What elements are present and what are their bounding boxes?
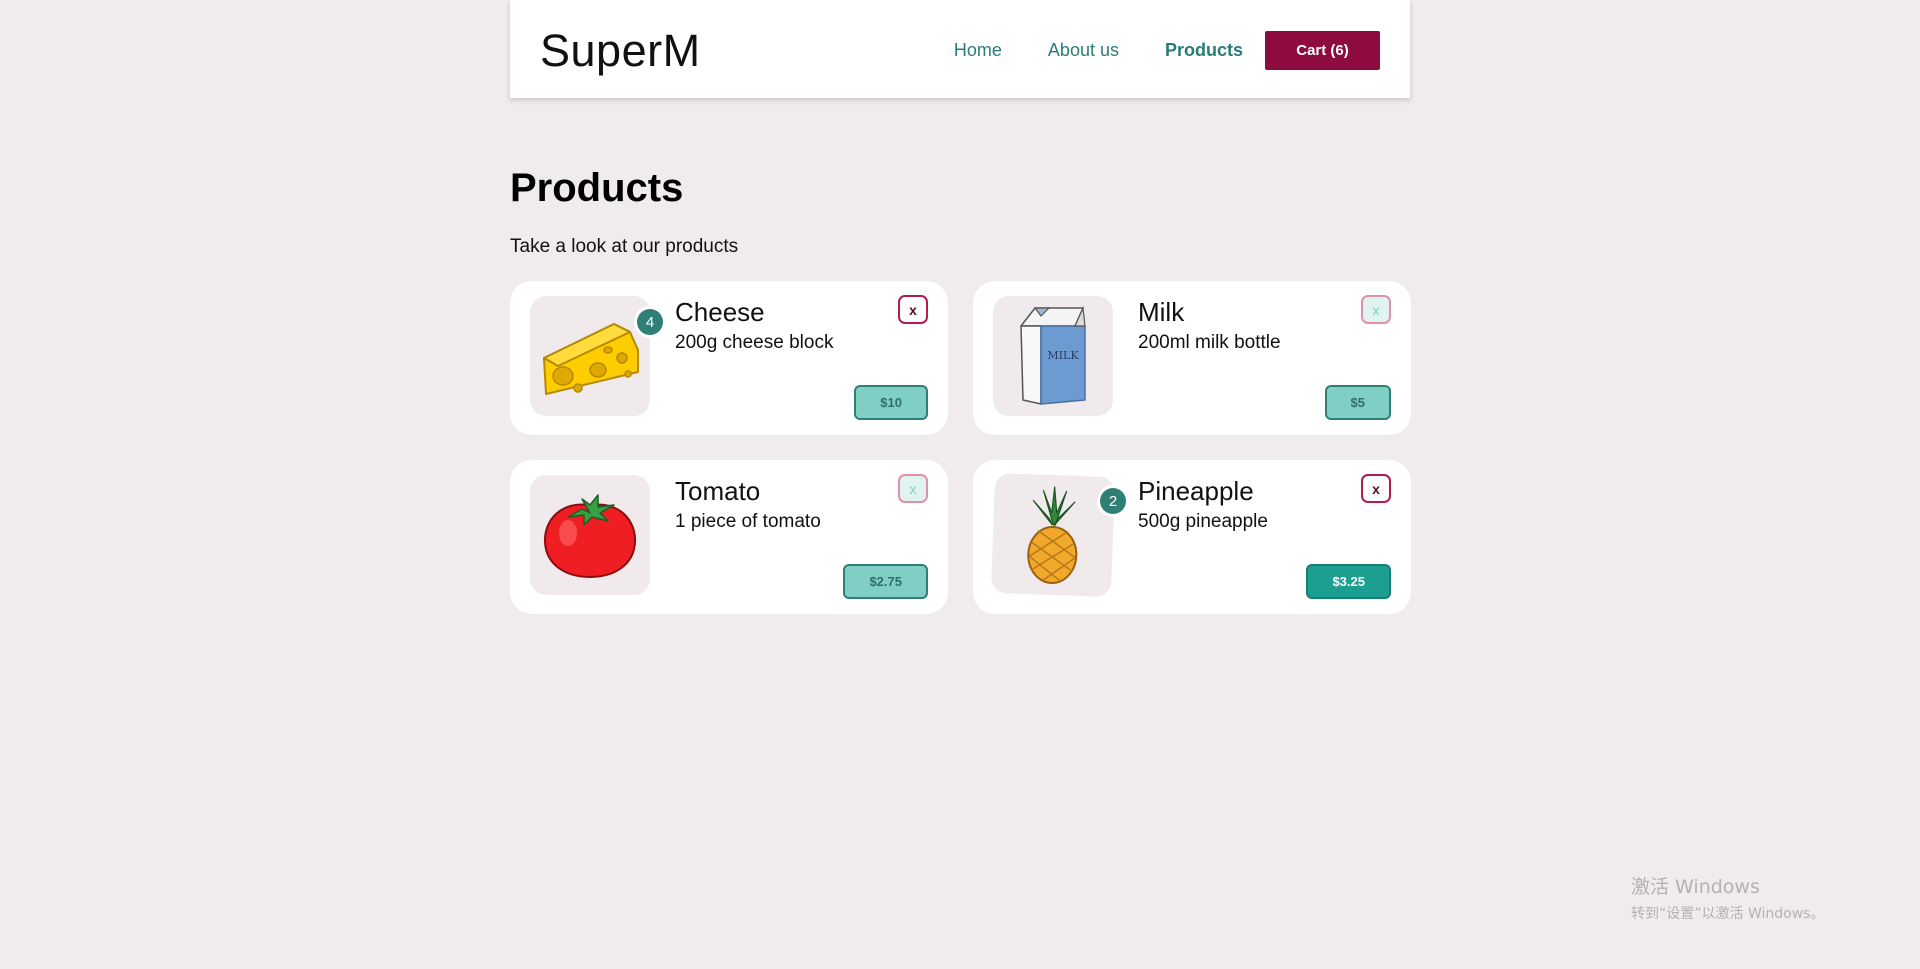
page-subtitle: Take a look at our products bbox=[510, 236, 739, 257]
remove-button[interactable]: x bbox=[898, 295, 928, 324]
nav-link-home[interactable]: Home bbox=[954, 40, 1002, 61]
quantity-badge: 2 bbox=[1100, 488, 1126, 514]
remove-button[interactable]: x bbox=[898, 474, 928, 503]
watermark-subtitle: 转到“设置”以激活 Windows。 bbox=[1631, 906, 1825, 922]
product-name: Pineapple bbox=[1138, 476, 1254, 506]
cheese-icon bbox=[543, 323, 639, 395]
product-description: 500g pineapple bbox=[1138, 511, 1268, 532]
product-description: 1 piece of tomato bbox=[675, 511, 821, 532]
product-card-milk: MILK Milk 200ml milk bottle x $5 bbox=[973, 281, 1411, 435]
milk-carton-icon: MILK bbox=[1020, 305, 1086, 405]
remove-button[interactable]: x bbox=[1361, 474, 1391, 503]
navbar: SuperM Home About us Products Cart (6) bbox=[510, 0, 1410, 98]
nav-link-products[interactable]: Products bbox=[1165, 40, 1243, 61]
product-card-pineapple: 2 Pineapple 500g pineapple x $3.25 bbox=[973, 460, 1411, 614]
site-logo[interactable]: SuperM bbox=[540, 26, 701, 76]
remove-button[interactable]: x bbox=[1361, 295, 1391, 324]
product-name: Milk bbox=[1138, 297, 1185, 327]
windows-activation-watermark: 激活 Windows 转到“设置”以激活 Windows。 bbox=[1631, 872, 1824, 923]
page-title: Products bbox=[510, 166, 684, 210]
product-image-milk: MILK bbox=[993, 296, 1113, 416]
nav-links: Home About us Products Cart (6) bbox=[954, 31, 1380, 70]
price-button[interactable]: $2.75 bbox=[843, 564, 928, 599]
product-description: 200ml milk bottle bbox=[1138, 332, 1281, 353]
nav-link-about-us[interactable]: About us bbox=[1048, 40, 1119, 61]
price-button[interactable]: $10 bbox=[854, 385, 928, 420]
tomato-icon bbox=[543, 494, 637, 579]
milk-label-text: MILK bbox=[1047, 349, 1079, 362]
price-button[interactable]: $5 bbox=[1324, 385, 1391, 420]
product-card-tomato: Tomato 1 piece of tomato x $2.75 bbox=[510, 460, 948, 614]
product-name: Cheese bbox=[675, 297, 765, 327]
watermark-title: 激活 Windows bbox=[1631, 876, 1760, 898]
price-button[interactable]: $3.25 bbox=[1306, 564, 1391, 599]
product-card-cheese: 4 Cheese 200g cheese block x $10 bbox=[510, 281, 948, 435]
product-image-cheese bbox=[530, 296, 650, 416]
pineapple-icon bbox=[1027, 486, 1078, 584]
product-image-tomato bbox=[530, 475, 650, 595]
cart-button[interactable]: Cart (6) bbox=[1265, 31, 1380, 70]
product-name: Tomato bbox=[675, 476, 761, 506]
product-description: 200g cheese block bbox=[675, 332, 834, 353]
quantity-badge: 4 bbox=[637, 309, 663, 335]
product-image-pineapple bbox=[990, 472, 1116, 598]
